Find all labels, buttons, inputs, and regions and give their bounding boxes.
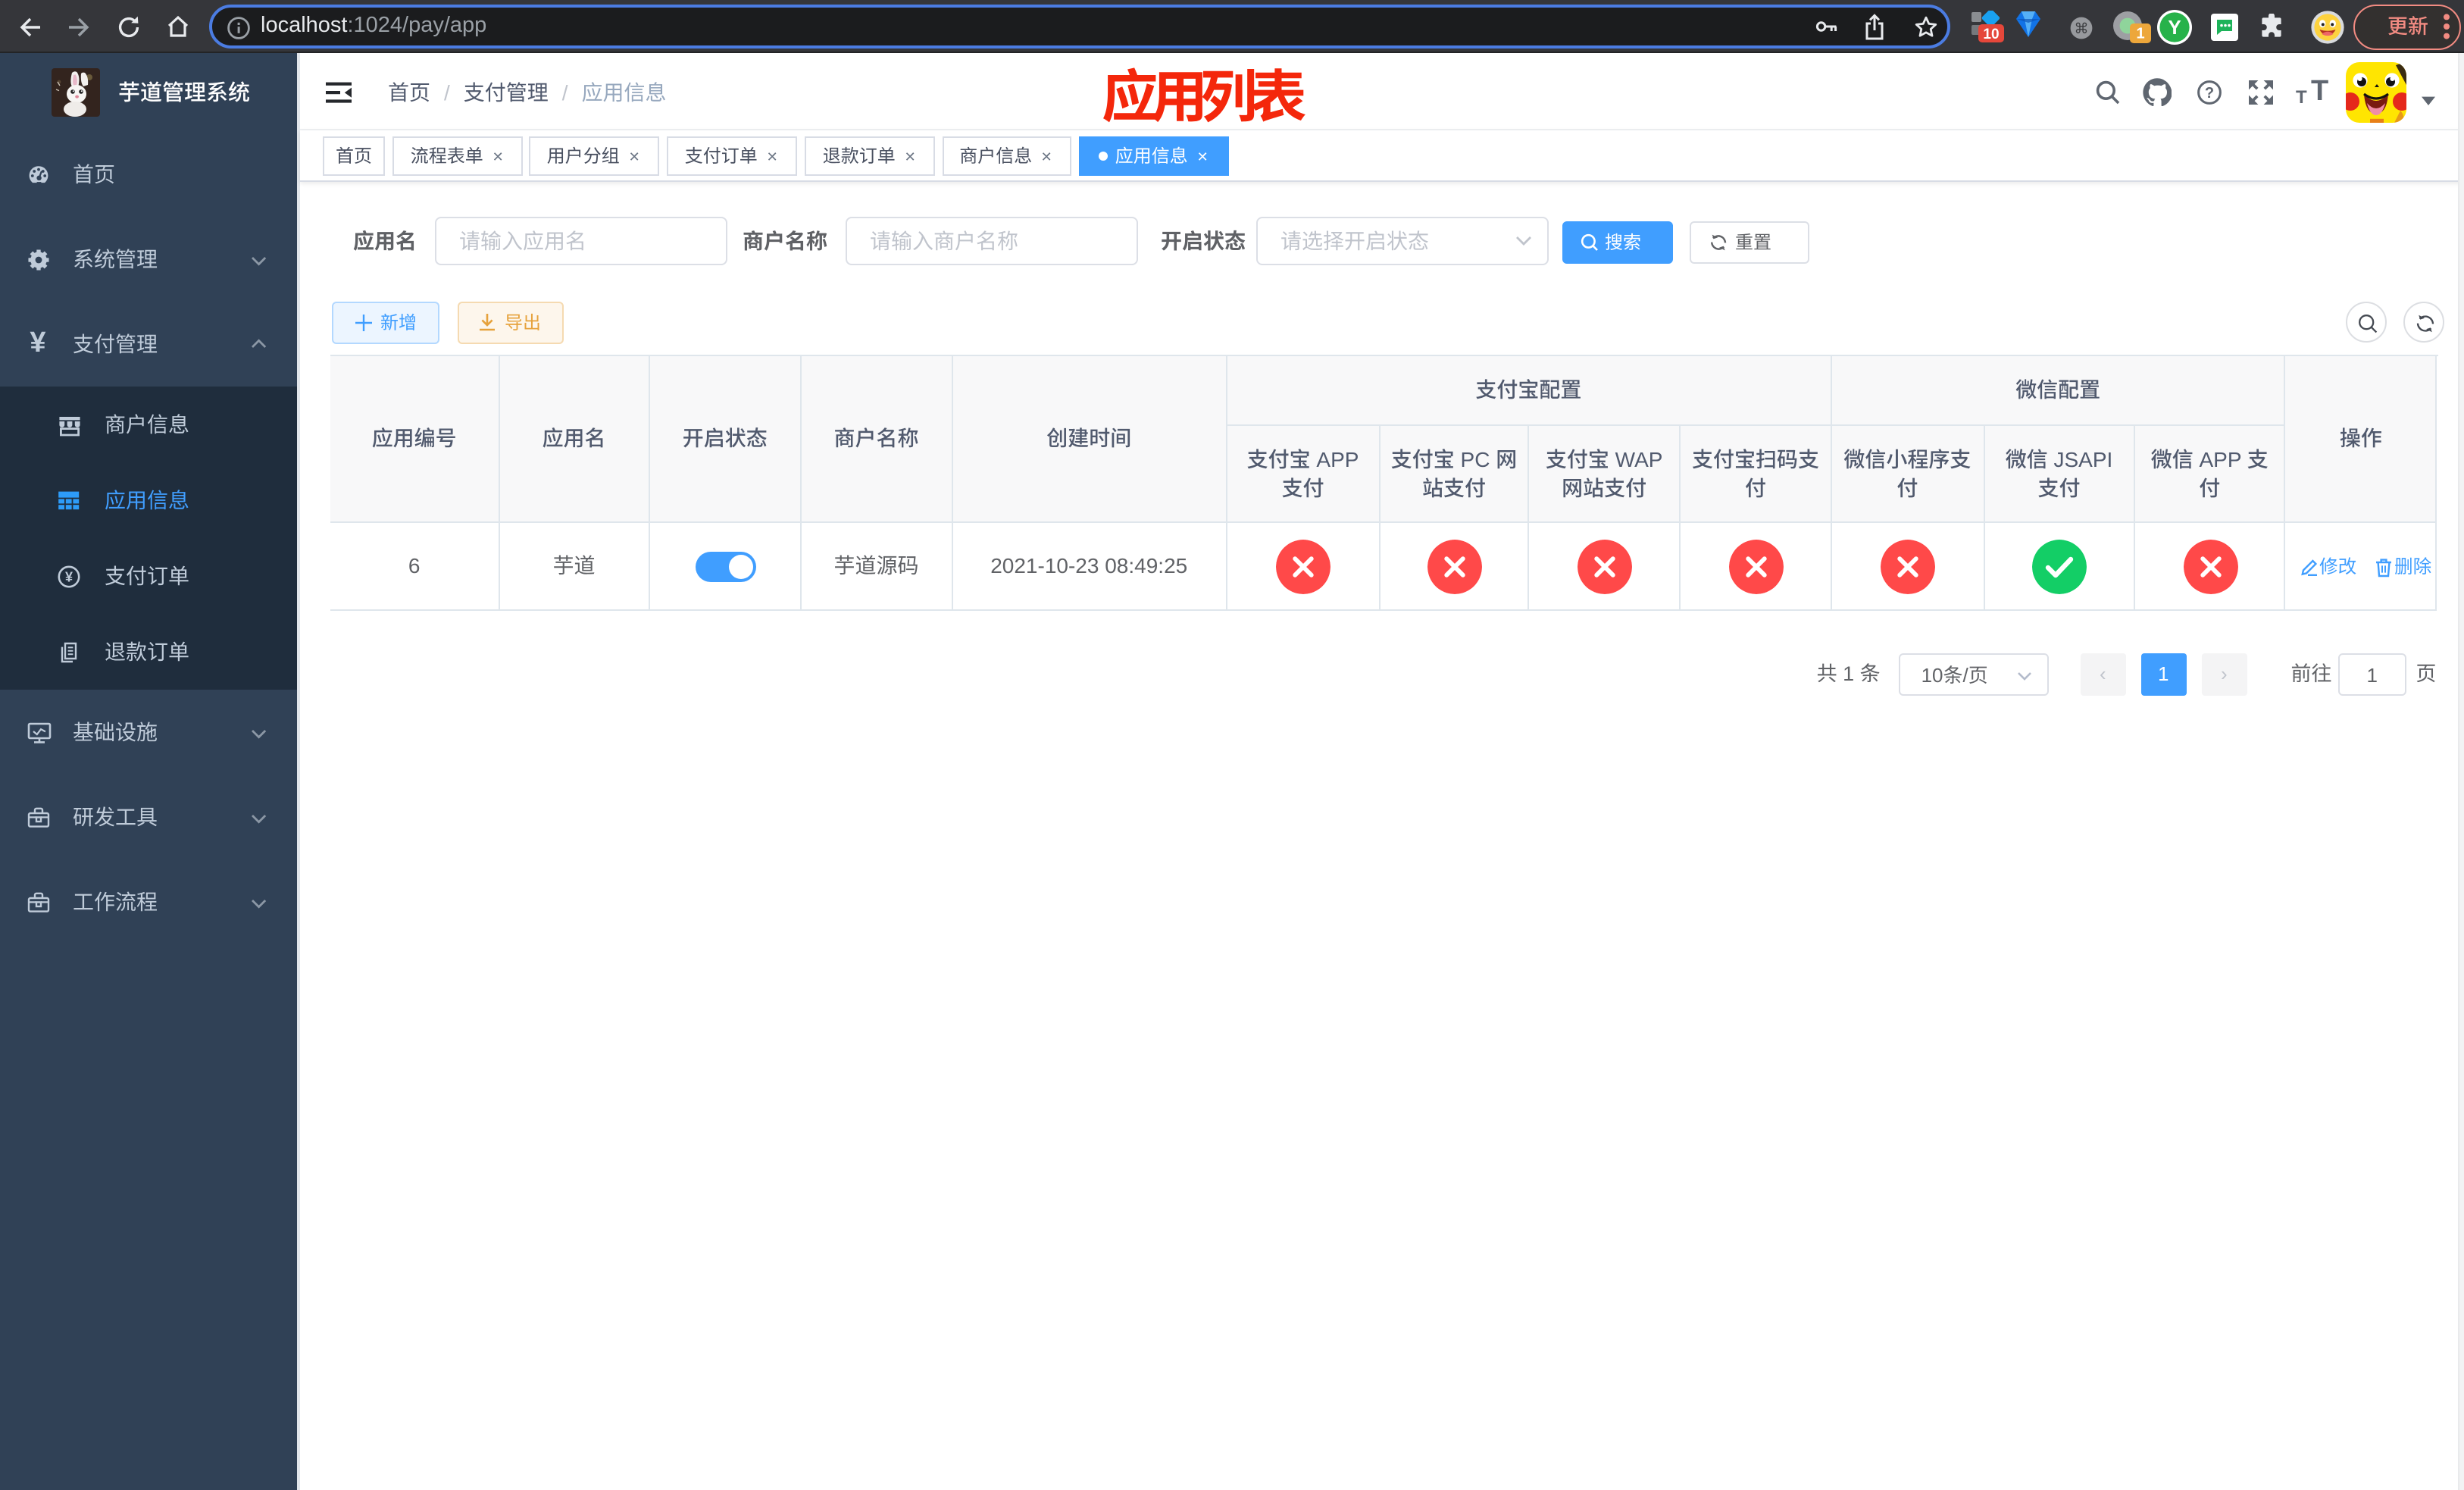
svg-text:¥: ¥ [64, 569, 72, 584]
svg-text:⌘: ⌘ [2075, 20, 2089, 36]
svg-text:?: ? [2204, 84, 2213, 101]
svg-text:1: 1 [2136, 26, 2144, 42]
svg-text:10: 10 [1983, 27, 1999, 42]
svg-text:Y: Y [2168, 16, 2181, 39]
